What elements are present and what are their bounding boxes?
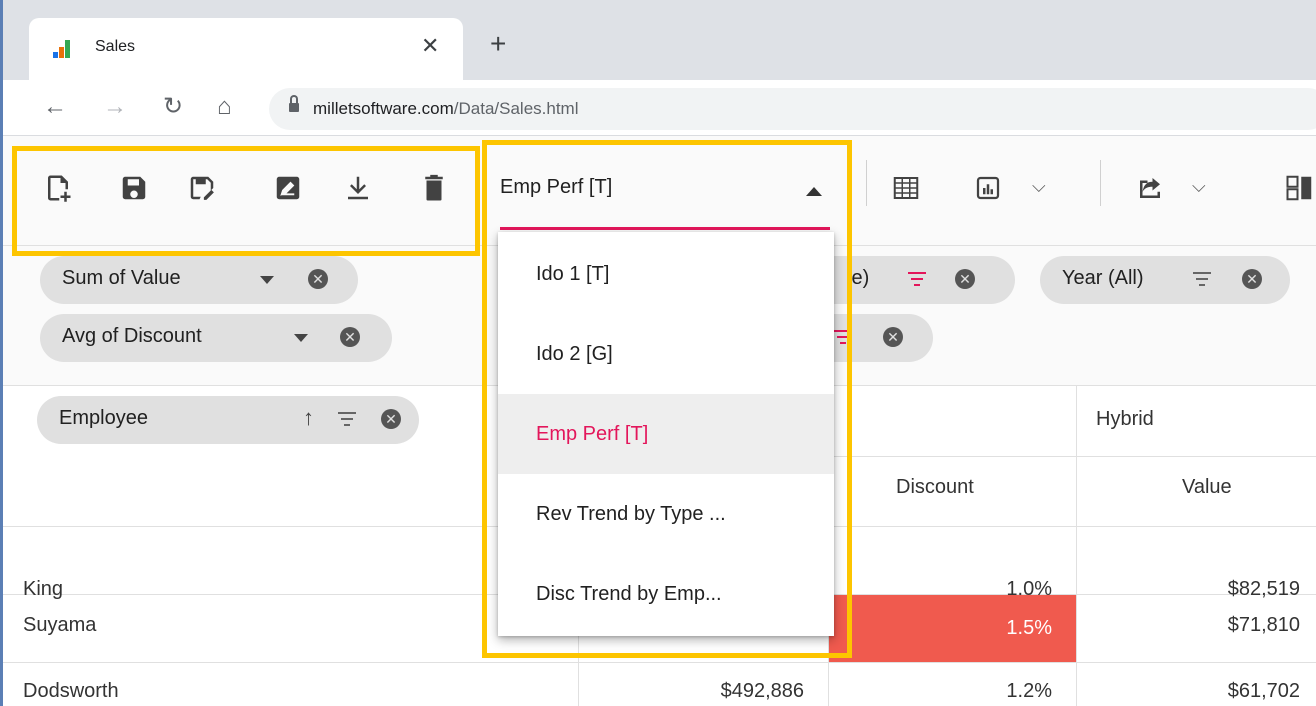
pill-label: Avg of Discount <box>62 325 202 347</box>
caret-up-icon <box>806 187 822 196</box>
filter-icon[interactable] <box>337 410 357 428</box>
pill-label: le) <box>847 267 870 289</box>
filter-icon[interactable] <box>1192 270 1212 288</box>
value-cell: 1.2% <box>1006 680 1052 702</box>
browser-tab[interactable]: Sales ✕ <box>29 18 463 80</box>
menu-item-report[interactable]: Disc Trend by Emp... <box>498 554 834 634</box>
back-icon[interactable]: ← <box>43 93 67 121</box>
toolbar-divider <box>866 160 867 206</box>
filter-pill-year[interactable]: Year (All) ✕ <box>1040 256 1290 304</box>
share-export-icon[interactable] <box>1135 173 1165 203</box>
toolbar-divider <box>1100 160 1101 206</box>
menu-item-report-selected[interactable]: Emp Perf [T] <box>498 394 834 474</box>
menu-item-report[interactable]: Ido 1 [T] <box>498 234 834 314</box>
home-icon[interactable]: ⌂ <box>217 93 232 121</box>
highlighted-value-cell: 1.5% <box>829 595 1076 662</box>
remove-field-icon[interactable]: ✕ <box>883 327 903 347</box>
remove-field-icon[interactable]: ✕ <box>340 327 360 347</box>
column-header-hybrid[interactable]: Hybrid <box>1096 408 1154 431</box>
column-header-discount[interactable]: Discount <box>896 476 974 499</box>
new-tab-icon[interactable]: + <box>490 30 506 58</box>
delete-icon[interactable] <box>419 173 449 203</box>
pill-label: Sum of Value <box>62 267 181 289</box>
url-path: /Data/Sales.html <box>453 99 579 118</box>
remove-field-icon[interactable]: ✕ <box>955 269 975 289</box>
export-download-icon[interactable] <box>343 173 373 203</box>
row-header-cell: Dodsworth <box>23 680 119 702</box>
value-cell: $82,519 <box>1227 578 1300 600</box>
menu-item-report[interactable]: Ido 2 [G] <box>498 314 834 394</box>
save-as-icon[interactable] <box>187 173 217 203</box>
report-select-underline <box>500 227 830 230</box>
remove-field-icon[interactable]: ✕ <box>1242 269 1262 289</box>
value-pill-sum-of-value[interactable]: Sum of Value ✕ <box>40 256 358 304</box>
address-bar: ← → ↻ ⌂ milletsoftware.com/Data/Sales.ht… <box>3 80 1316 136</box>
save-icon[interactable] <box>119 173 149 203</box>
value-cell: $71,810 <box>1227 614 1300 636</box>
window-frame <box>0 0 3 706</box>
row-header-area: Employee ↑ ✕ <box>3 386 578 526</box>
forward-icon[interactable]: → <box>103 93 127 121</box>
field-list-icon[interactable] <box>1285 173 1315 203</box>
value-pill-avg-of-discount[interactable]: Avg of Discount ✕ <box>40 314 392 362</box>
grid-line <box>3 662 1316 663</box>
rename-icon[interactable] <box>273 173 303 203</box>
url-text: milletsoftware.com/Data/Sales.html <box>313 99 579 119</box>
bar-chart-favicon-icon <box>53 40 75 58</box>
chart-view-icon[interactable] <box>973 173 1003 203</box>
menu-item-report[interactable]: Rev Trend by Type ... <box>498 474 834 554</box>
caret-down-icon[interactable] <box>260 276 274 284</box>
value-cell: $492,886 <box>720 680 804 702</box>
close-tab-icon[interactable]: ✕ <box>421 33 439 59</box>
report-dropdown-menu: Ido 1 [T] Ido 2 [G] Emp Perf [T] Rev Tre… <box>498 232 834 636</box>
report-select-value: Emp Perf [T] <box>500 176 613 198</box>
chart-options-chevron-icon[interactable]: ⌵ <box>1032 176 1046 197</box>
row-pill-employee[interactable]: Employee ↑ ✕ <box>37 396 419 444</box>
column-pill[interactable]: le) ✕ <box>803 256 1015 304</box>
url-field[interactable]: milletsoftware.com/Data/Sales.html <box>269 88 1316 130</box>
filter-active-icon[interactable] <box>833 328 853 346</box>
pill-label: Employee <box>59 407 148 429</box>
pill-label: Year (All) <box>1062 267 1144 289</box>
tab-title: Sales <box>95 38 136 55</box>
remove-field-icon[interactable]: ✕ <box>308 269 328 289</box>
report-select[interactable]: Emp Perf [T] <box>500 172 830 230</box>
row-header-cell: King <box>23 578 64 600</box>
remove-field-icon[interactable]: ✕ <box>381 409 401 429</box>
row-header-cell: Suyama <box>23 614 97 636</box>
reload-icon[interactable]: ↻ <box>163 93 183 121</box>
grid-line <box>1076 386 1077 706</box>
value-cell: $61,702 <box>1227 680 1300 702</box>
cell-text: 1.5% <box>1006 617 1052 639</box>
sort-ascending-icon[interactable]: ↑ <box>303 405 314 431</box>
lock-icon <box>289 95 299 113</box>
grid-view-icon[interactable] <box>891 173 921 203</box>
new-report-icon[interactable] <box>43 173 73 203</box>
caret-down-icon[interactable] <box>294 334 308 342</box>
column-header-value[interactable]: Value <box>1182 476 1232 499</box>
filter-active-icon[interactable] <box>907 270 927 288</box>
export-options-chevron-icon[interactable]: ⌵ <box>1192 176 1206 197</box>
browser-tab-bar: Sales ✕ + <box>3 0 1316 80</box>
url-host: milletsoftware.com <box>313 99 454 118</box>
